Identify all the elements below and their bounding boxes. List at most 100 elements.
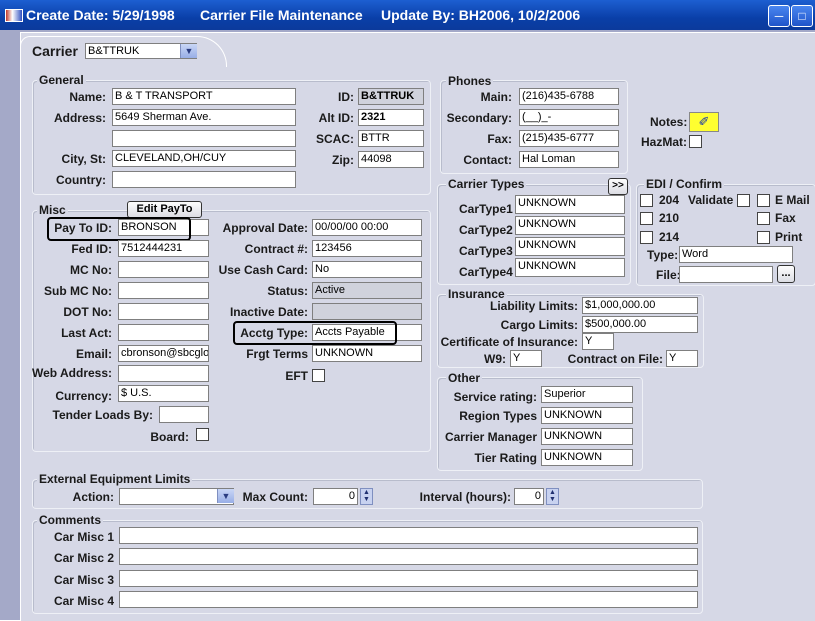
liability-field[interactable]: $1,000,000.00 [582,297,698,314]
dot-field[interactable] [118,303,209,320]
tier-rating-field[interactable]: UNKNOWN [541,449,633,466]
eft-label: EFT [285,369,308,383]
contract-on-file-field[interactable]: Y [666,350,698,367]
notes-icon[interactable]: ✐ [689,112,719,132]
country-field[interactable] [112,171,296,188]
service-rating-field[interactable]: Superior [541,386,633,403]
other-title: Other [446,371,483,385]
minimize-icon[interactable]: ─ [768,5,790,27]
interval-field[interactable]: 0 [514,488,544,505]
edi-204-checkbox[interactable] [640,194,653,207]
car-misc-1-field[interactable] [119,527,698,544]
approval-field[interactable]: 00/00/00 00:00 [312,219,422,236]
car-misc-1-label: Car Misc 1 [53,530,114,544]
max-count-field[interactable]: 0 [313,488,358,505]
print-confirm-label: Print [775,230,803,244]
scac-field[interactable]: BTTR [358,130,424,147]
board-label: Board: [150,430,189,444]
cert-label: Certificate of Insurance: [440,335,578,349]
carrier-manager-field[interactable]: UNKNOWN [541,428,633,445]
action-chevron-down-icon[interactable]: ▼ [217,489,234,503]
currency-field[interactable]: $ U.S. [118,385,209,402]
cash-card-field[interactable]: No [312,261,422,278]
address1-field[interactable]: 5649 Sherman Ave. [112,109,296,126]
cartype4-field[interactable]: UNKNOWN [515,258,625,277]
id-label: ID: [338,90,354,104]
more-types-button[interactable]: >> [608,178,628,195]
print-confirm-checkbox[interactable] [757,231,770,244]
lastact-field[interactable] [118,324,209,341]
cartype1-field[interactable]: UNKNOWN [515,195,625,214]
title-bar: Create Date: 5/29/1998 Carrier File Main… [0,0,815,30]
email-confirm-label: E Mail [775,193,810,207]
altid-field[interactable]: 2321 [358,109,424,126]
edi-204-label: 204 [659,193,680,207]
w9-field[interactable]: Y [510,350,542,367]
payto-highlight [47,217,191,241]
car-misc-4-label: Car Misc 4 [53,594,114,608]
cash-card-label: Use Cash Card: [218,263,308,277]
car-misc-3-field[interactable] [119,570,698,587]
secondary-phone-label: Secondary: [446,111,512,125]
cert-field[interactable]: Y [582,333,614,350]
misc-title: Misc [37,203,68,217]
interval-spinner-icon[interactable]: ▲ ▼ [546,488,559,505]
region-types-field[interactable]: UNKNOWN [541,407,633,424]
fax-field[interactable]: (215)435-6777 [519,130,619,147]
contact-label: Contact: [463,153,512,167]
address2-field[interactable] [112,130,296,147]
board-checkbox[interactable] [196,428,209,441]
main-phone-label: Main: [480,90,512,104]
phones-title: Phones [446,74,494,88]
car-misc-2-field[interactable] [119,548,698,565]
chevron-down-icon[interactable]: ▼ [180,44,197,58]
maximize-icon[interactable]: □ [791,5,813,27]
eft-checkbox[interactable] [312,369,325,382]
action-label: Action: [72,490,114,504]
mcno-field[interactable] [118,261,209,278]
edi-type-field[interactable]: Word [679,246,793,263]
validate-checkbox[interactable] [737,194,750,207]
web-label: Web Address: [31,366,112,380]
browse-file-button[interactable]: ... [777,265,795,283]
status-label: Status: [267,284,308,298]
file-label: File: [656,268,681,282]
edi-210-checkbox[interactable] [640,212,653,225]
fax-confirm-checkbox[interactable] [757,212,770,225]
currency-label: Currency: [55,389,112,403]
tender-field[interactable] [159,406,209,423]
submc-field[interactable] [118,282,209,299]
contract-field[interactable]: 123456 [312,240,422,257]
cartype3-field[interactable]: UNKNOWN [515,237,625,256]
max-count-label: Max Count: [242,490,308,504]
acctg-highlight [233,321,397,345]
contact-field[interactable]: Hal Loman [519,151,619,168]
general-title: General [37,73,86,87]
email-label: Email: [75,347,112,361]
scac-label: SCAC: [316,132,354,146]
car-misc-4-field[interactable] [119,591,698,608]
max-count-spinner-icon[interactable]: ▲ ▼ [360,488,373,505]
city-field[interactable]: CLEVELAND,OH/CUY [112,150,296,167]
service-rating-label: Service rating: [453,390,537,404]
email-field[interactable]: cbronson@sbcglob [118,345,209,362]
country-label: Country: [56,173,106,187]
edi-file-field[interactable] [679,266,773,283]
edit-payto-button[interactable]: Edit PayTo [127,201,202,218]
main-phone-field[interactable]: (216)435-6788 [519,88,619,105]
type-label: Type: [647,248,679,262]
fedid-label: Fed ID: [71,242,112,256]
edi-214-checkbox[interactable] [640,231,653,244]
secondary-phone-field[interactable]: (__)_- [519,109,619,126]
web-field[interactable] [118,365,209,382]
fedid-field[interactable]: 7512444231 [118,240,209,257]
hazmat-checkbox[interactable] [689,135,702,148]
cargo-field[interactable]: $500,000.00 [582,316,698,333]
name-field[interactable]: B & T TRANSPORT [112,88,296,105]
cartype2-field[interactable]: UNKNOWN [515,216,625,235]
status-field: Active [312,282,422,299]
frgt-terms-field[interactable]: UNKNOWN [312,345,422,362]
email-checkbox[interactable] [757,194,770,207]
notes-label: Notes: [650,115,688,129]
zip-field[interactable]: 44098 [358,151,424,168]
